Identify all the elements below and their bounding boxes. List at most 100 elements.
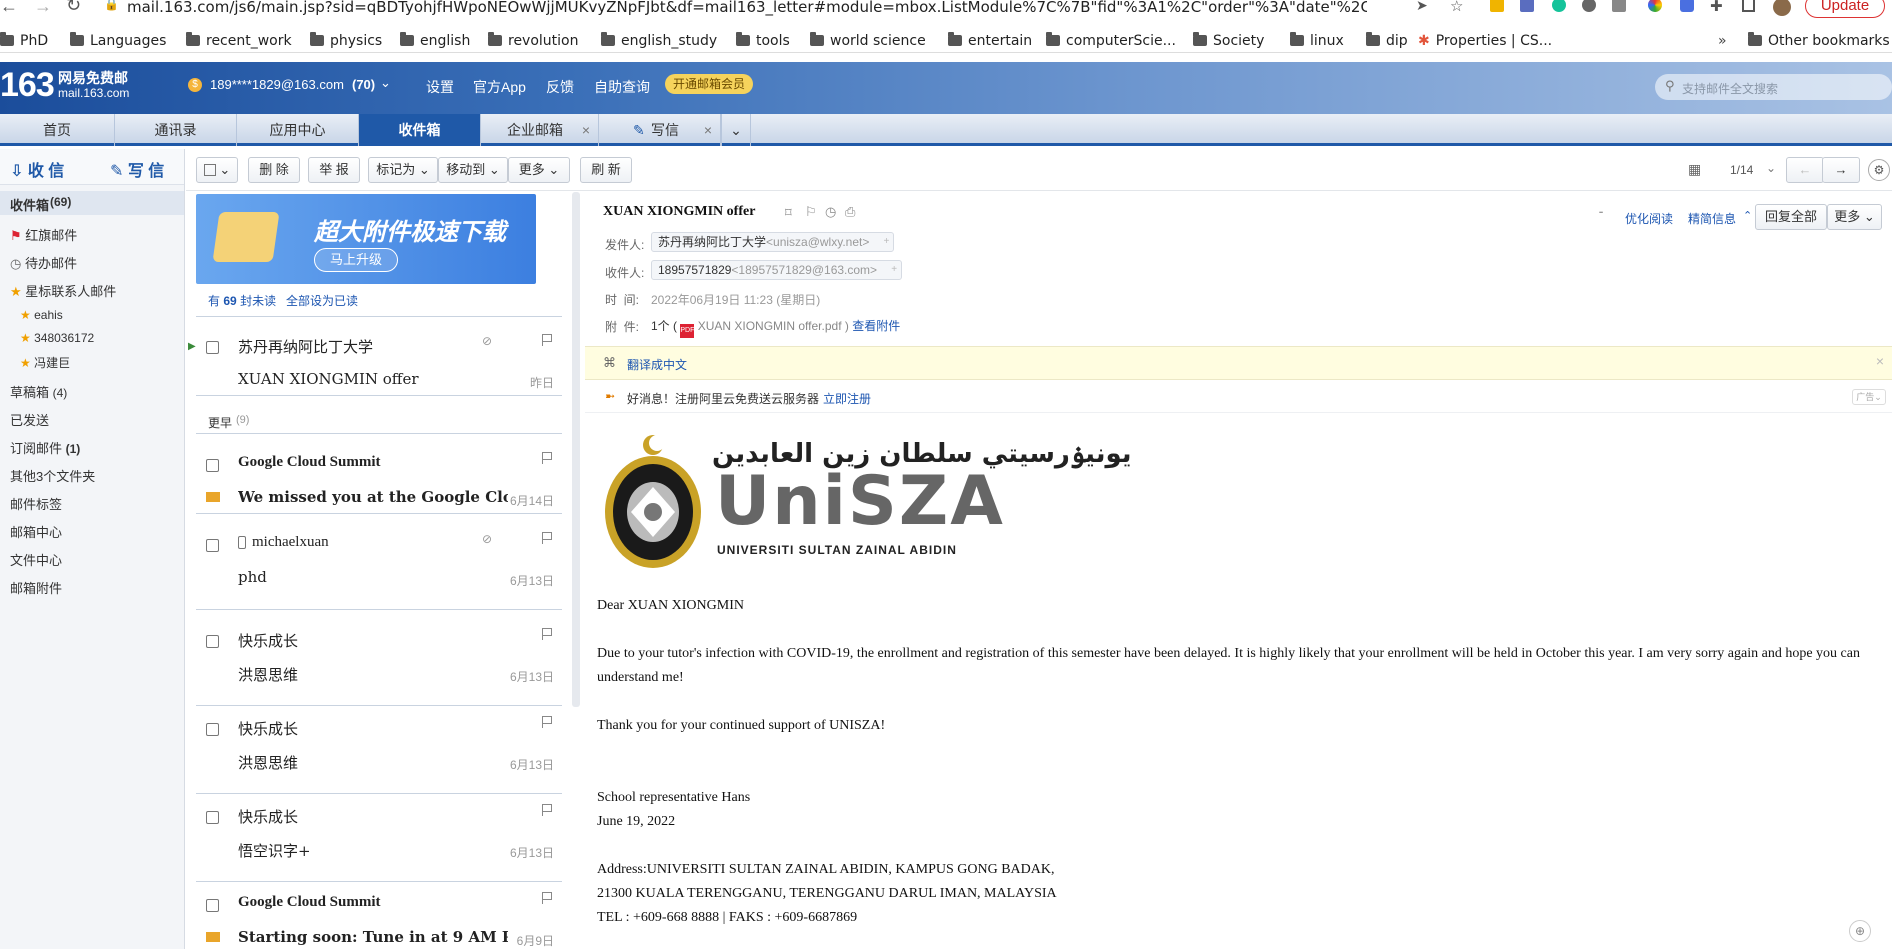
- list-scrollbar[interactable]: [572, 192, 580, 707]
- select-all-checkbox[interactable]: ⌄: [196, 157, 238, 183]
- bookmark-dip[interactable]: dip: [1366, 32, 1408, 49]
- receive-button[interactable]: ⇩ 收 信: [10, 157, 64, 181]
- tabs-dropdown-icon[interactable]: ⌄: [721, 114, 751, 146]
- optimize-read-link[interactable]: 优化阅读: [1625, 210, 1673, 227]
- search-box[interactable]: ⚲ 支持邮件全文搜索: [1655, 74, 1892, 100]
- print-icon[interactable]: ⎙: [845, 204, 855, 220]
- flag-icon[interactable]: [542, 532, 552, 544]
- sidebar-item-attachments[interactable]: 邮箱附件: [10, 578, 62, 597]
- avatar[interactable]: [1773, 0, 1791, 16]
- bookmark-other[interactable]: Other bookmarks: [1748, 32, 1890, 49]
- chrome-icon[interactable]: [1648, 0, 1662, 12]
- bookmark-revolution[interactable]: revolution: [488, 32, 579, 49]
- sidebar-item-red-flag[interactable]: ⚑ 红旗邮件: [10, 225, 77, 244]
- vip-button[interactable]: 开通邮箱会员: [665, 74, 754, 94]
- extension-icon[interactable]: [1490, 0, 1504, 12]
- extension-icon[interactable]: [1520, 0, 1534, 12]
- zoom-icon[interactable]: ⊕: [1849, 920, 1871, 942]
- chevron-up-icon[interactable]: ⌃: [1743, 209, 1752, 222]
- puzzle-icon[interactable]: ✚: [1710, 0, 1723, 15]
- bookmark-world-science[interactable]: world science: [810, 32, 926, 49]
- tab-contacts[interactable]: 通讯录: [115, 114, 237, 146]
- reply-more-button[interactable]: 更多 ⌄: [1827, 204, 1882, 230]
- chip-plus-icon[interactable]: +: [891, 261, 897, 279]
- reply-all-button[interactable]: 回复全部: [1755, 204, 1827, 230]
- recipient-chip[interactable]: 18957571829<18957571829@163.com> +: [651, 260, 903, 280]
- list-item[interactable]: Google Cloud Summit We missed you at the…: [196, 442, 562, 514]
- close-icon[interactable]: ×: [582, 114, 590, 146]
- more-bookmarks-icon[interactable]: »: [1718, 33, 1727, 49]
- bookmark-properties[interactable]: ✱ Properties | CS...: [1418, 33, 1552, 49]
- minus-icon[interactable]: ⁃: [1598, 206, 1604, 220]
- bookmark-english-study[interactable]: english_study: [601, 32, 717, 49]
- bookmark-society[interactable]: Society: [1193, 32, 1264, 49]
- row-checkbox[interactable]: [206, 341, 219, 354]
- chevron-down-icon[interactable]: ⌄: [1766, 161, 1776, 175]
- close-icon[interactable]: ×: [1876, 353, 1884, 369]
- next-page-button[interactable]: →: [1822, 157, 1860, 183]
- sidebar-item-mail-center[interactable]: 邮箱中心: [10, 522, 62, 541]
- sidebar-item-tags[interactable]: 邮件标签: [10, 494, 62, 513]
- report-button[interactable]: 举 报: [308, 157, 360, 183]
- calendar-icon[interactable]: ▦: [1688, 161, 1701, 178]
- bookmark-icon[interactable]: ⌑: [785, 205, 792, 221]
- sidebar-item-348036172[interactable]: ★ 348036172: [20, 331, 94, 345]
- tab-app-center[interactable]: 应用中心: [237, 114, 359, 146]
- row-checkbox[interactable]: [206, 899, 219, 912]
- row-checkbox[interactable]: [206, 723, 219, 736]
- back-icon[interactable]: ←: [0, 0, 18, 17]
- self-service-link[interactable]: 自助查询: [594, 77, 650, 97]
- upgrade-button[interactable]: 马上升级: [314, 248, 398, 272]
- more-button[interactable]: 更多 ⌄: [508, 157, 570, 183]
- account-name[interactable]: 189****1829@163.com: [210, 77, 344, 92]
- sidebar-item-inbox[interactable]: 收件箱 (69): [0, 191, 184, 215]
- chip-plus-icon[interactable]: +: [884, 233, 890, 251]
- sender-chip[interactable]: 苏丹再纳阿比丁大学<unisza@wlxy.net> +: [651, 232, 895, 252]
- flag-icon[interactable]: [542, 716, 552, 728]
- prev-page-button[interactable]: ←: [1786, 157, 1824, 183]
- reload-icon[interactable]: ↻: [66, 0, 81, 16]
- row-checkbox[interactable]: [206, 459, 219, 472]
- attachment-filename[interactable]: XUAN XIONGMIN offer.pdf ): [698, 319, 849, 333]
- sidebar-item-starred[interactable]: ★ 星标联系人邮件: [10, 281, 116, 300]
- tab-enterprise[interactable]: 企业邮箱 ×: [481, 114, 599, 146]
- row-checkbox[interactable]: [206, 635, 219, 648]
- bookmark-computerscie[interactable]: computerScie...: [1046, 32, 1176, 49]
- sidebar-item-eahis[interactable]: ★ eahis: [20, 308, 63, 322]
- sidepanel-icon[interactable]: [1742, 0, 1755, 12]
- row-checkbox[interactable]: [206, 539, 219, 552]
- feedback-link[interactable]: 反馈: [546, 77, 574, 97]
- mark-as-button[interactable]: 标记为 ⌄: [368, 157, 438, 183]
- bookmark-recent-work[interactable]: recent_work: [186, 32, 292, 49]
- flag-icon[interactable]: [542, 452, 552, 464]
- sidebar-item-sent[interactable]: 已发送: [10, 410, 49, 429]
- simple-info-link[interactable]: 精简信息: [1688, 210, 1736, 227]
- update-button[interactable]: Update: [1805, 0, 1885, 18]
- bookmark-tools[interactable]: tools: [736, 32, 790, 49]
- tab-inbox[interactable]: 收件箱: [359, 114, 481, 146]
- bookmark-linux[interactable]: linux: [1290, 32, 1344, 49]
- mark-all-read-link[interactable]: 全部设为已读: [286, 292, 358, 309]
- sidebar-item-drafts[interactable]: 草稿箱 (4): [10, 382, 67, 401]
- write-button[interactable]: ✎ 写 信: [110, 157, 164, 181]
- promo-banner[interactable]: 超大附件极速下载 马上升级: [196, 194, 536, 284]
- delete-button[interactable]: 删 除: [248, 157, 300, 183]
- flag-icon[interactable]: [542, 804, 552, 816]
- gear-icon[interactable]: ⚙: [1868, 159, 1890, 181]
- bookmark-entertain[interactable]: entertain: [948, 32, 1032, 49]
- grammarly-icon[interactable]: [1552, 0, 1566, 12]
- clock-icon[interactable]: ◷: [825, 204, 836, 220]
- flag-icon[interactable]: [542, 892, 552, 904]
- chevron-down-icon[interactable]: ⌄: [380, 75, 391, 91]
- bookmark-phd[interactable]: PhD: [0, 32, 48, 49]
- row-checkbox[interactable]: [206, 811, 219, 824]
- bookmark-languages[interactable]: Languages: [70, 32, 166, 49]
- extension-icon[interactable]: [1582, 0, 1596, 12]
- sidebar-item-file-center[interactable]: 文件中心: [10, 550, 62, 569]
- list-item[interactable]: 快乐成长 悟空识字+ 6月13日: [196, 794, 562, 882]
- flag-icon[interactable]: ⚐: [805, 204, 817, 220]
- flag-icon[interactable]: [542, 334, 552, 346]
- send-icon[interactable]: ➤: [1416, 0, 1428, 14]
- flag-icon[interactable]: [542, 628, 552, 640]
- url-field[interactable]: mail.163.com/js6/main.jsp?sid=qBDTyohjfH…: [127, 0, 1367, 16]
